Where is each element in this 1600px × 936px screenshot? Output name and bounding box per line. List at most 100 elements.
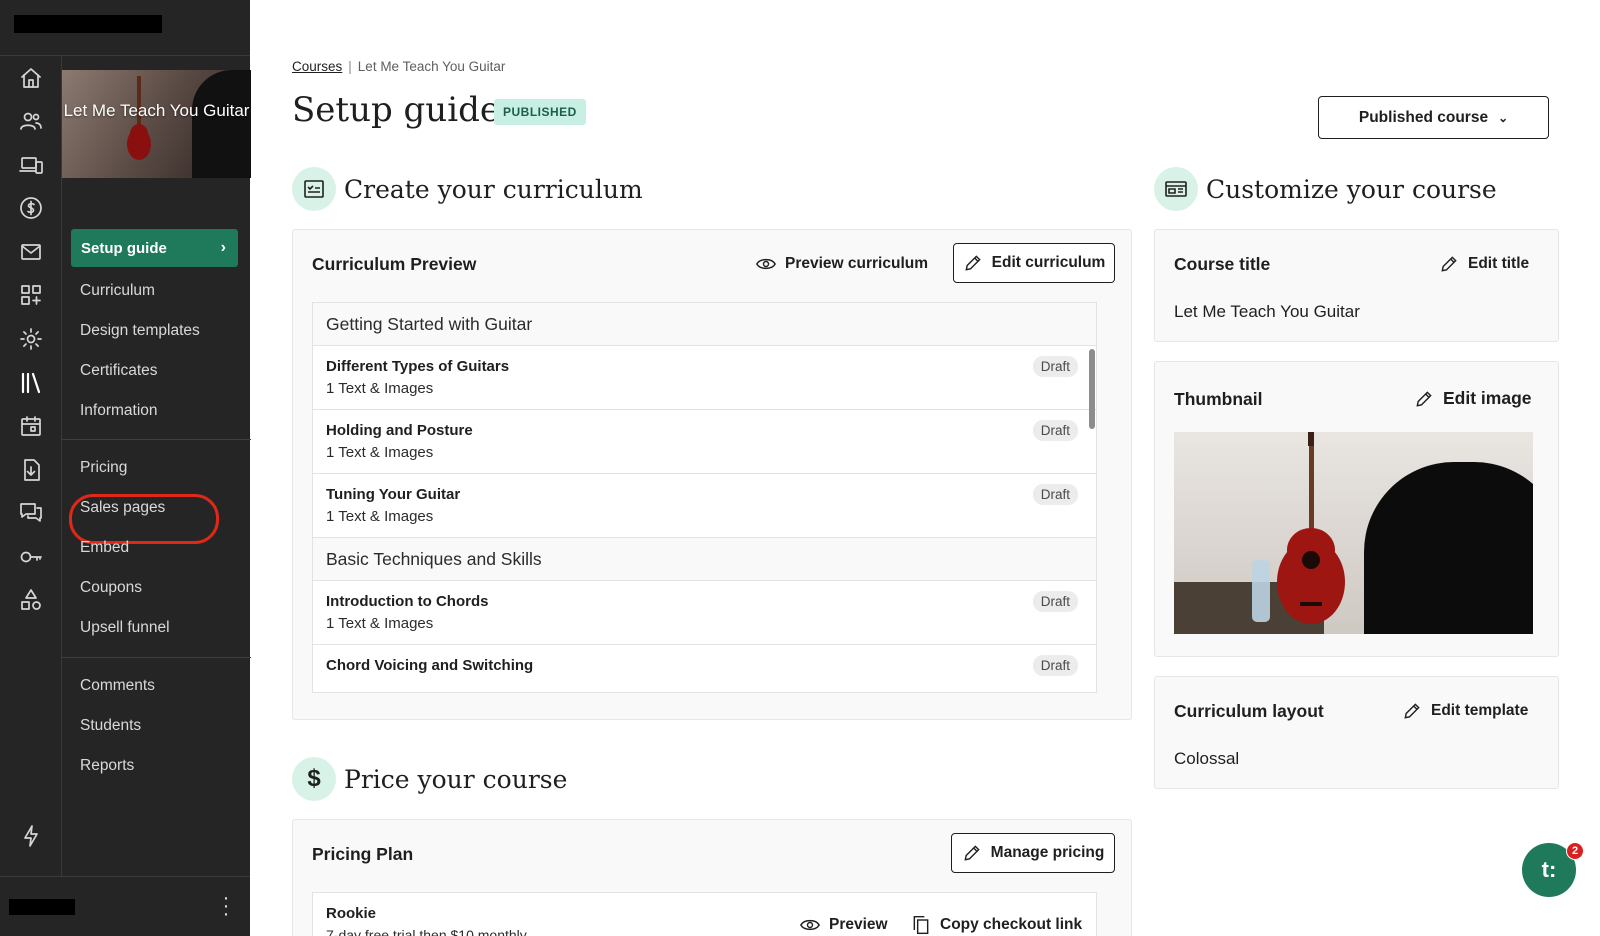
lesson-row[interactable]: Holding and Posture 1 Text & Images Draf… xyxy=(313,410,1096,474)
checklist-icon xyxy=(292,167,336,211)
copy-checkout-link-label: Copy checkout link xyxy=(940,916,1083,933)
mail-icon[interactable] xyxy=(18,239,44,265)
nav-embed[interactable]: Embed xyxy=(80,539,129,557)
draft-badge: Draft xyxy=(1032,420,1078,441)
edit-image-label: Edit image xyxy=(1443,388,1532,408)
highlight-circle xyxy=(69,494,219,544)
users-icon[interactable] xyxy=(18,108,44,134)
edit-template-button[interactable]: Edit template xyxy=(1402,701,1528,721)
chevron-right-icon: › xyxy=(220,239,226,256)
draft-badge: Draft xyxy=(1032,591,1078,612)
apps-icon[interactable] xyxy=(18,282,44,308)
breadcrumb-current: Let Me Teach You Guitar xyxy=(357,59,506,74)
plan-description: 7-day free trial then $10 monthly xyxy=(326,927,527,936)
library-icon[interactable] xyxy=(18,370,44,396)
home-icon[interactable] xyxy=(18,65,44,91)
nav-setup-guide-label: Setup guide xyxy=(81,239,167,257)
dollar-sign-icon: $ xyxy=(292,757,336,801)
chat-icon[interactable] xyxy=(18,500,44,526)
account-name-redacted xyxy=(9,899,75,915)
lesson-content: 1 Text & Images xyxy=(326,508,434,525)
lesson-row[interactable]: Tuning Your Guitar 1 Text & Images Draft xyxy=(313,474,1096,538)
lesson-content: 1 Text & Images xyxy=(326,444,434,461)
curriculum-list: Getting Started with Guitar Different Ty… xyxy=(312,302,1097,693)
curriculum-preview-card: Curriculum Preview Preview curriculum Ed… xyxy=(292,229,1132,720)
plan-preview-label: Preview xyxy=(829,916,888,933)
copy-icon xyxy=(913,915,929,935)
manage-pricing-label: Manage pricing xyxy=(990,844,1105,861)
lesson-row[interactable]: Different Types of Guitars 1 Text & Imag… xyxy=(313,346,1096,410)
manage-pricing-button[interactable]: Manage pricing xyxy=(951,833,1115,873)
chapter-header[interactable]: Basic Techniques and Skills xyxy=(313,538,1096,581)
download-icon[interactable] xyxy=(18,457,44,483)
course-title-overlay: Let Me Teach You Guitar xyxy=(63,101,250,120)
plan-preview-button[interactable]: Preview xyxy=(800,915,888,935)
course-thumbnail[interactable]: Let Me Teach You Guitar xyxy=(62,70,251,178)
list-scrollbar[interactable] xyxy=(1089,349,1095,429)
curriculum-section-header: Create your curriculum xyxy=(292,167,643,211)
thumbnail-figure xyxy=(1364,462,1533,634)
published-course-dropdown[interactable]: Published course ⌄ xyxy=(1318,96,1549,139)
devices-icon[interactable] xyxy=(18,152,44,178)
price-section-header: $ Price your course xyxy=(292,757,567,801)
draft-badge: Draft xyxy=(1032,484,1078,505)
nav-pricing[interactable]: Pricing xyxy=(80,459,127,477)
key-icon[interactable] xyxy=(18,544,44,570)
account-bar: · · · xyxy=(0,876,250,936)
nav-curriculum[interactable]: Curriculum xyxy=(80,282,155,300)
nav-information[interactable]: Information xyxy=(80,402,158,420)
nav-setup-guide[interactable]: Setup guide › xyxy=(71,229,238,267)
more-menu-icon[interactable]: · · · xyxy=(221,888,231,924)
bolt-icon[interactable] xyxy=(18,823,44,849)
calendar-icon[interactable] xyxy=(18,413,44,439)
chapter-header[interactable]: Getting Started with Guitar xyxy=(313,303,1096,346)
published-course-label: Published course xyxy=(1358,108,1489,126)
thumbnail-card: Thumbnail Edit image xyxy=(1154,361,1559,657)
course-title-value: Let Me Teach You Guitar xyxy=(1174,302,1360,321)
edit-title-button[interactable]: Edit title xyxy=(1439,254,1529,274)
course-sidebar: Let Me Teach You Guitar Setup guide › Cu… xyxy=(61,56,251,876)
lesson-name: Chord Voicing and Switching xyxy=(326,657,534,674)
chat-notification-badge: 2 xyxy=(1566,842,1584,860)
nav-upsell-funnel[interactable]: Upsell funnel xyxy=(80,619,170,637)
thumbnail-figure xyxy=(192,70,251,178)
nav-comments[interactable]: Comments xyxy=(80,677,155,695)
status-badge: PUBLISHED xyxy=(494,99,586,125)
nav-reports[interactable]: Reports xyxy=(80,757,134,775)
shapes-icon[interactable] xyxy=(18,587,44,613)
nav-coupons[interactable]: Coupons xyxy=(80,579,142,597)
edit-image-button[interactable]: Edit image xyxy=(1414,388,1532,409)
thumbnail-label: Thumbnail xyxy=(1174,389,1263,409)
breadcrumb: Courses | Let Me Teach You Guitar xyxy=(292,59,505,74)
pencil-icon xyxy=(964,845,980,861)
gear-icon[interactable] xyxy=(18,326,44,352)
lesson-content: 1 Text & Images xyxy=(326,615,434,632)
lesson-name: Introduction to Chords xyxy=(326,593,489,610)
curriculum-preview-title: Curriculum Preview xyxy=(312,254,477,274)
curriculum-section-title: Create your curriculum xyxy=(344,174,643,204)
nav-students[interactable]: Students xyxy=(80,717,141,735)
lesson-content: 1 Text & Images xyxy=(326,380,434,397)
thumbnail-image[interactable] xyxy=(1174,432,1533,634)
preview-curriculum-button[interactable]: Preview curriculum xyxy=(756,254,928,274)
eye-icon xyxy=(800,919,820,931)
curriculum-layout-card: Curriculum layout Edit template Colossal xyxy=(1154,676,1559,789)
breadcrumb-courses-link[interactable]: Courses xyxy=(292,59,342,74)
guitar-image xyxy=(127,76,151,160)
copy-checkout-link-button[interactable]: Copy checkout link xyxy=(911,915,1082,935)
nav-certificates[interactable]: Certificates xyxy=(80,362,158,380)
page-title: Setup guide xyxy=(292,90,500,130)
edit-template-label: Edit template xyxy=(1431,702,1529,719)
pencil-icon xyxy=(1441,256,1457,272)
dollar-icon[interactable] xyxy=(18,195,44,221)
layout-icon xyxy=(1154,167,1198,211)
lesson-row[interactable]: Introduction to Chords 1 Text & Images D… xyxy=(313,581,1096,645)
curriculum-layout-value: Colossal xyxy=(1174,749,1240,768)
chevron-down-icon: ⌄ xyxy=(1498,110,1509,125)
draft-badge: Draft xyxy=(1032,655,1078,676)
lesson-row[interactable]: Chord Voicing and Switching Draft xyxy=(313,645,1096,692)
nav-design-templates[interactable]: Design templates xyxy=(80,322,200,340)
edit-curriculum-button[interactable]: Edit curriculum xyxy=(953,243,1115,283)
nav-divider xyxy=(62,439,251,440)
preview-curriculum-label: Preview curriculum xyxy=(785,255,929,272)
